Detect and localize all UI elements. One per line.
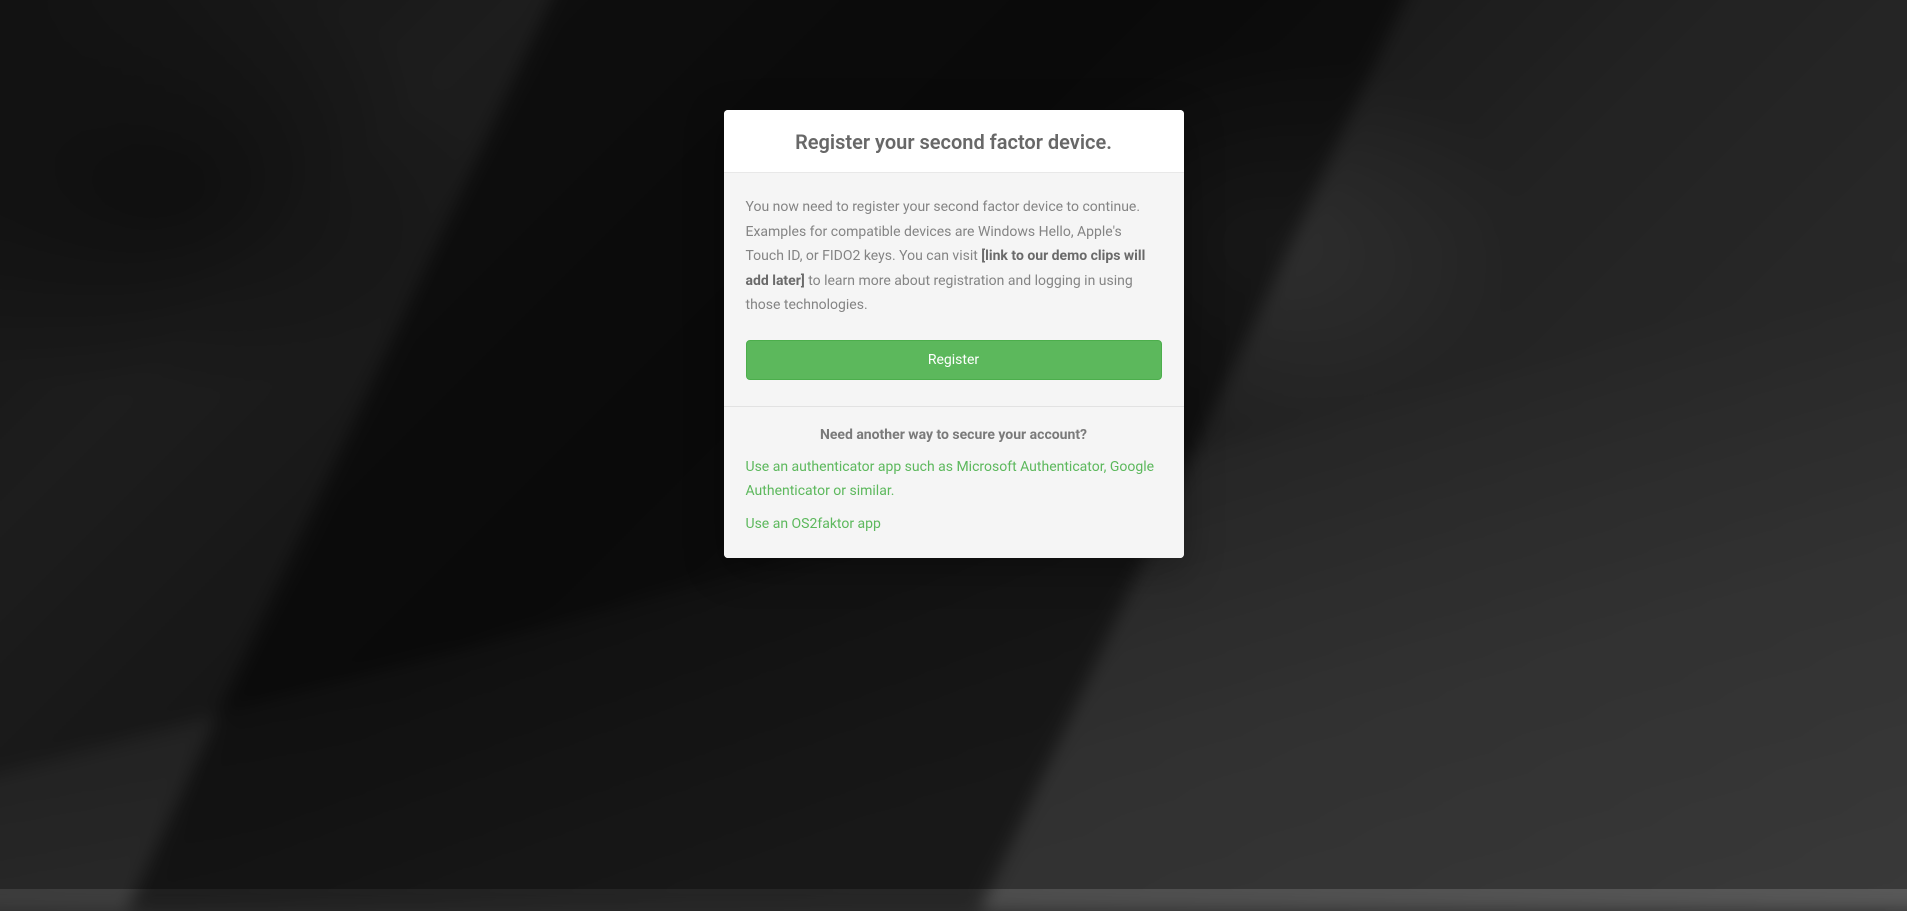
register-modal: Register your second factor device. You … — [724, 110, 1184, 558]
description-after: to learn more about registration and log… — [746, 273, 1133, 314]
modal-title: Register your second factor device. — [746, 130, 1162, 154]
modal-header: Register your second factor device. — [724, 110, 1184, 172]
os2faktor-app-link[interactable]: Use an OS2faktor app — [746, 512, 1162, 537]
authenticator-app-link[interactable]: Use an authenticator app such as Microso… — [746, 455, 1162, 504]
register-button[interactable]: Register — [746, 340, 1162, 380]
modal-body: You now need to register your second fac… — [724, 172, 1184, 406]
description-text: You now need to register your second fac… — [746, 195, 1162, 318]
footer-heading: Need another way to secure your account? — [746, 427, 1162, 443]
modal-footer: Need another way to secure your account?… — [724, 406, 1184, 559]
